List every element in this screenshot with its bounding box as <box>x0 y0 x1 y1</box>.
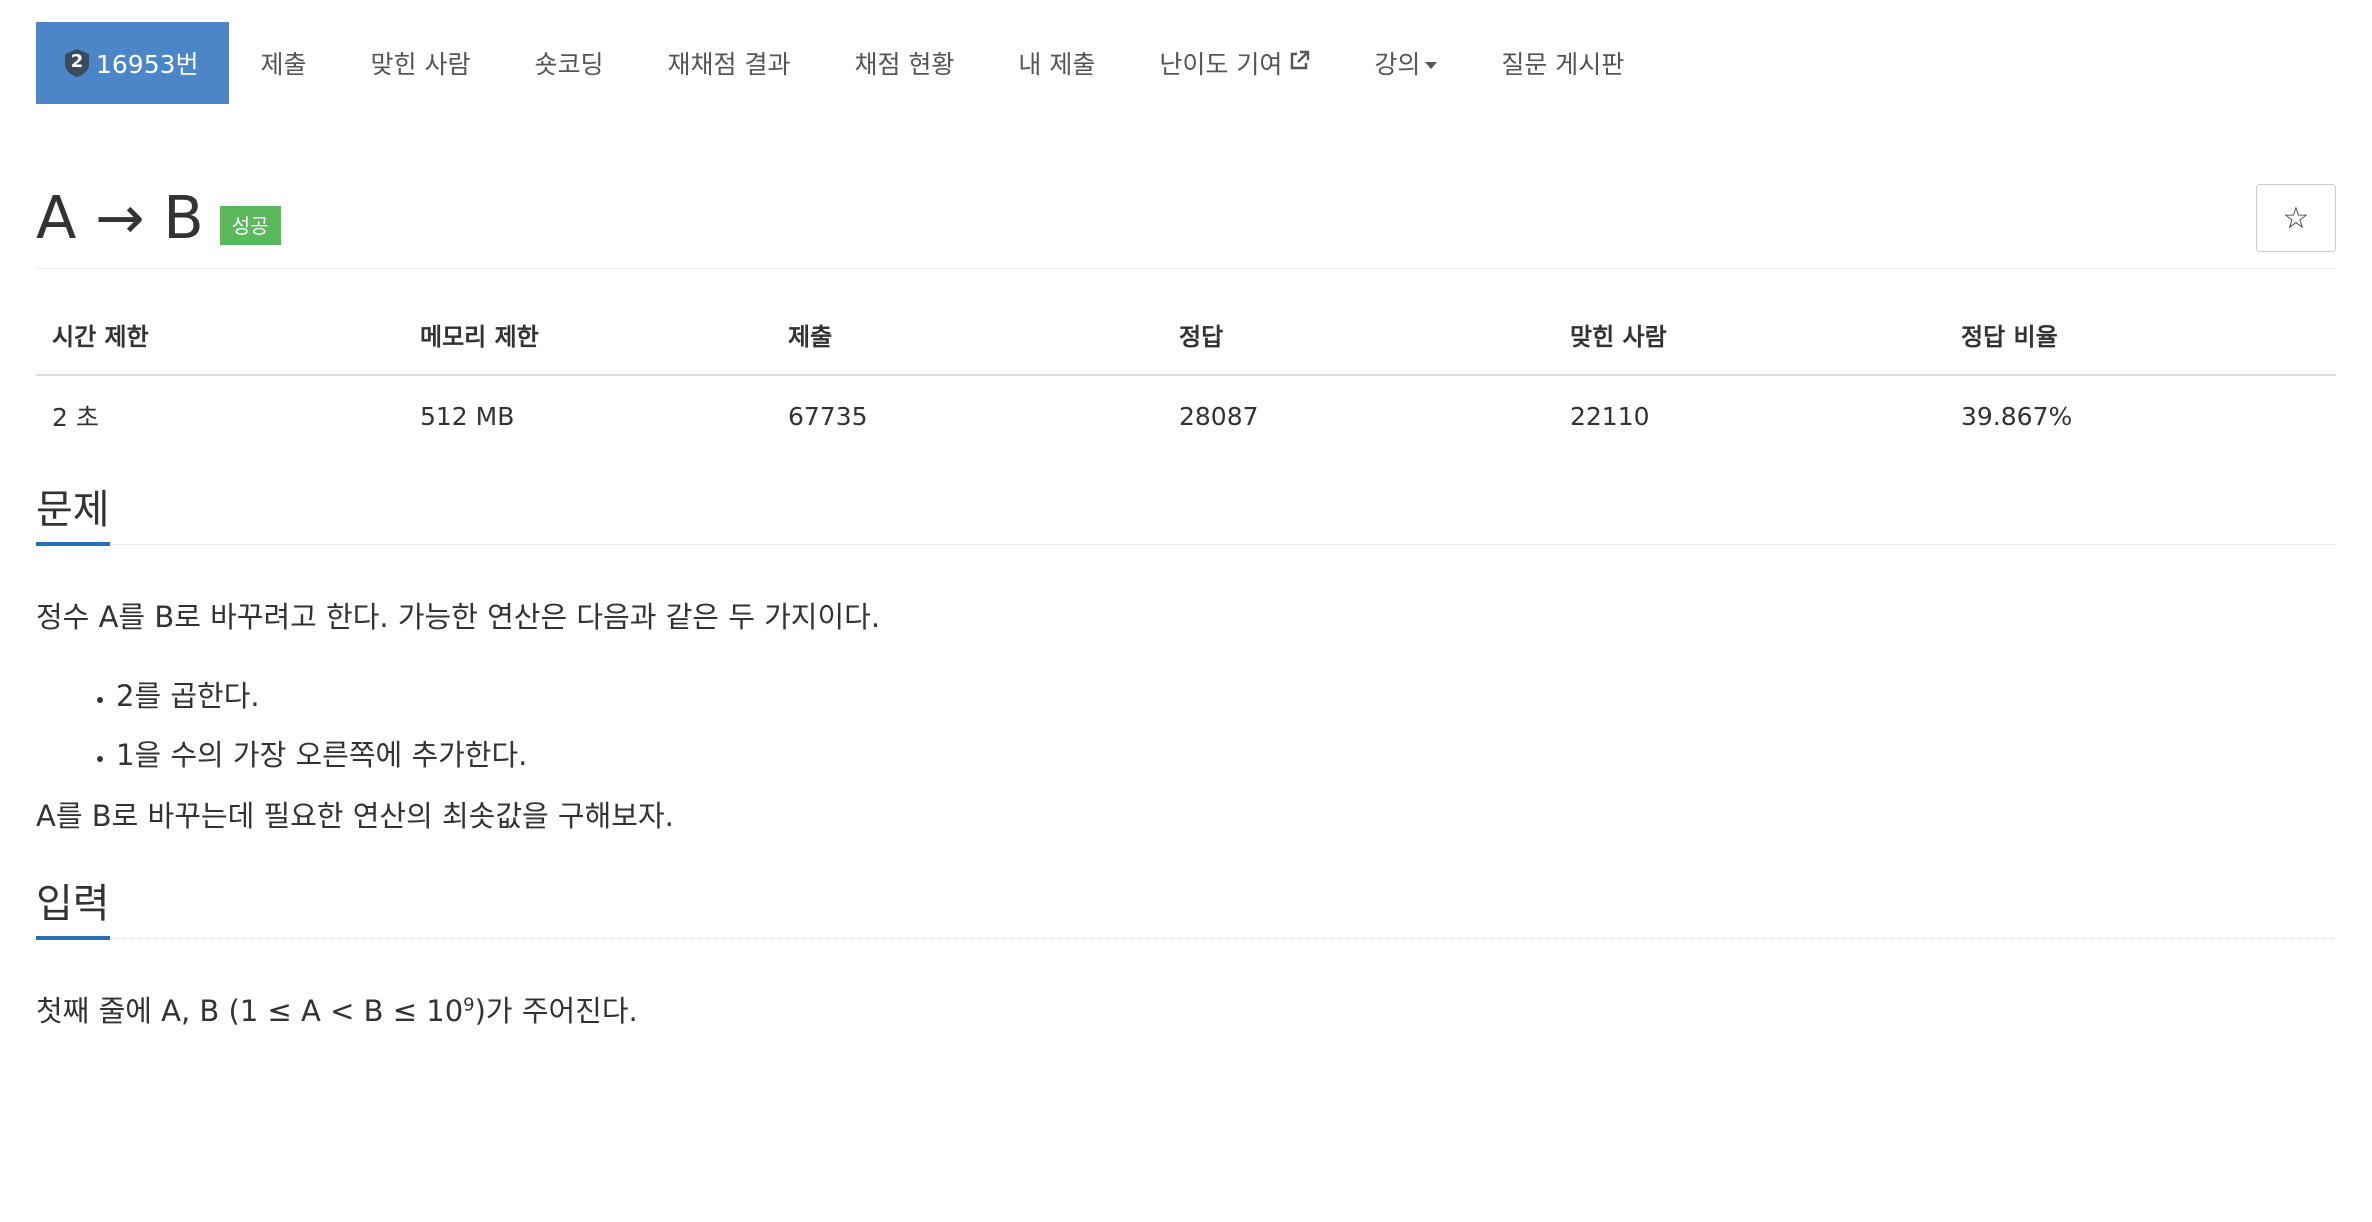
nav-short-coding[interactable]: 숏코딩 <box>503 22 636 104</box>
submissions-value: 67735 <box>788 401 868 431</box>
input-description: 첫째 줄에 A, B (1 ≤ A < B ≤ 109)가 주어진다. <box>36 991 2336 1032</box>
input-heading-row: 입력 <box>36 866 2336 941</box>
problem-page: 2 16953번 제출 맞힌 사람 숏코딩 재채점 결과 채점 현황 내 제출 … <box>0 22 2372 1222</box>
time-limit-value: 2 초 <box>52 403 99 432</box>
tier-badge-icon: 2 <box>64 48 90 78</box>
accepted-value: 28087 <box>1179 401 1259 431</box>
input-exponent: 9 <box>463 994 475 1016</box>
problem-description-section: 문제 정수 A를 B로 바꾸려고 한다. 가능한 연산은 다음과 같은 두 가지… <box>36 472 2336 836</box>
nav-solved-users[interactable]: 맞힌 사람 <box>339 22 503 104</box>
info-table-row: 2 초 512 MB 67735 28087 22110 39.867% <box>36 375 2336 434</box>
description-outro: A를 B로 바꾸는데 필요한 연산의 최솟값을 구해보자. <box>36 798 674 833</box>
caret-down-icon <box>1425 61 1438 69</box>
description-heading: 문제 <box>36 490 110 546</box>
nav-judge-status-label: 채점 현황 <box>854 50 955 79</box>
tier-badge-label: 2 <box>70 51 84 72</box>
nav-my-submissions-label: 내 제출 <box>1018 50 1096 79</box>
star-icon: ☆ <box>2282 200 2310 236</box>
problem-header: A → B 성공 ☆ <box>36 104 2336 269</box>
operation-list: 2를 곱한다. 1을 수의 가장 오른쪽에 추가한다. <box>36 676 2336 776</box>
nav-judge-status[interactable]: 채점 현황 <box>822 22 986 104</box>
info-table-header-row: 시간 제한 메모리 제한 제출 정답 맞힌 사람 정답 비율 <box>36 317 2336 376</box>
header-submissions: 제출 <box>772 317 1163 376</box>
solved-users-value: 22110 <box>1570 401 1650 431</box>
nav-short-coding-label: 숏코딩 <box>534 50 604 79</box>
list-item: 1을 수의 가장 오른쪽에 추가한다. <box>116 735 2336 776</box>
nav-rejudge-results-label: 재채점 결과 <box>667 50 791 79</box>
accept-ratio-value: 39.867% <box>1961 401 2073 431</box>
nav-my-submissions[interactable]: 내 제출 <box>986 22 1127 104</box>
nav-solved-users-label: 맞힌 사람 <box>370 50 471 79</box>
nav-question-board-label: 질문 게시판 <box>1501 50 1625 79</box>
header-accepted: 정답 <box>1163 317 1554 376</box>
description-intro: 정수 A를 B로 바꾸려고 한다. 가능한 연산은 다음과 같은 두 가지이다. <box>36 600 881 634</box>
favorite-star-button[interactable]: ☆ <box>2256 184 2336 252</box>
input-text-after: )가 주어진다. <box>474 994 638 1029</box>
input-section: 입력 첫째 줄에 A, B (1 ≤ A < B ≤ 109)가 주어진다. <box>36 866 2336 1032</box>
header-memory-limit: 메모리 제한 <box>404 317 772 376</box>
nav-question-board[interactable]: 질문 게시판 <box>1469 22 1656 104</box>
problem-number-label: 16953번 <box>96 50 199 79</box>
problem-title-group: A → B 성공 <box>36 188 281 247</box>
nav-submit[interactable]: 제출 <box>229 22 339 104</box>
memory-limit-value: 512 MB <box>420 401 515 431</box>
input-heading: 입력 <box>36 884 110 941</box>
header-solved-users: 맞힌 사람 <box>1554 317 1945 376</box>
problem-title: A → B <box>36 183 204 252</box>
nav-difficulty-contribution[interactable]: 난이도 기여 <box>1127 22 1342 104</box>
nav-problem-number[interactable]: 2 16953번 <box>36 22 229 104</box>
list-item: 2를 곱한다. <box>116 676 2336 717</box>
problem-info-table: 시간 제한 메모리 제한 제출 정답 맞힌 사람 정답 비율 2 초 512 M… <box>36 317 2336 434</box>
nav-submit-label: 제출 <box>260 50 307 79</box>
input-text-before: 첫째 줄에 A, B (1 ≤ A < B ≤ 10 <box>36 994 464 1029</box>
description-heading-row: 문제 <box>36 472 2336 546</box>
nav-difficulty-contribution-label: 난이도 기여 <box>1159 50 1283 79</box>
status-badge: 성공 <box>219 206 281 245</box>
header-accept-ratio: 정답 비율 <box>1945 317 2336 376</box>
nav-lectures-label: 강의 <box>1374 50 1421 79</box>
nav-rejudge-results[interactable]: 재채점 결과 <box>636 22 823 104</box>
nav-lectures[interactable]: 강의 <box>1342 22 1469 104</box>
problem-menu: 2 16953번 제출 맞힌 사람 숏코딩 재채점 결과 채점 현황 내 제출 … <box>36 22 2336 104</box>
header-time-limit: 시간 제한 <box>36 317 404 376</box>
external-link-icon <box>1288 49 1310 78</box>
